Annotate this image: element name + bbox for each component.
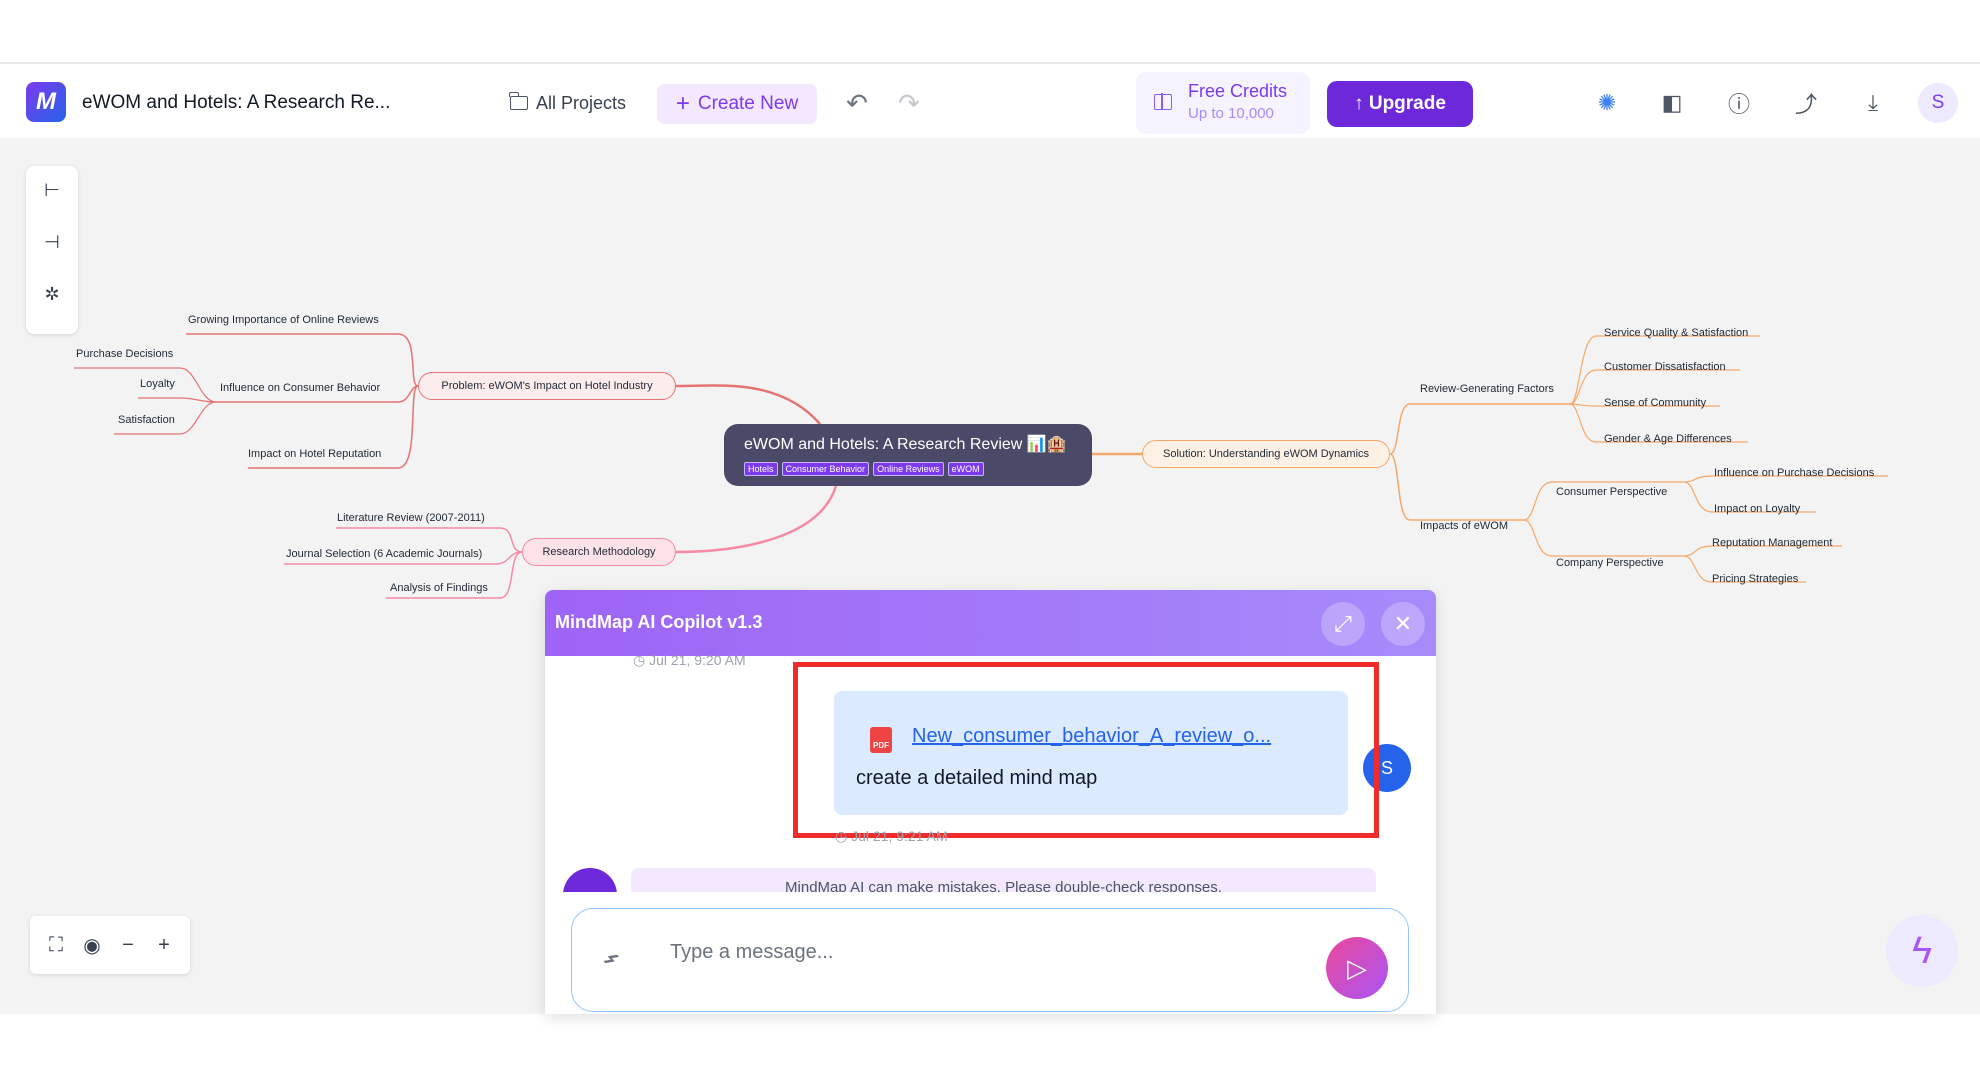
node-analysis-findings[interactable]: Analysis of Findings xyxy=(390,582,488,594)
node-solution[interactable]: Solution: Understanding eWOM Dynamics xyxy=(1142,440,1390,468)
all-projects-link[interactable]: All Projects xyxy=(509,88,627,118)
timestamp: ◷ Jul 21, 9:20 AM xyxy=(633,652,746,669)
free-credits-button[interactable]: Free Credits Up to 10,000 xyxy=(1136,72,1310,134)
undo-icon[interactable]: ↶ xyxy=(840,86,874,120)
node-impacts-ewom[interactable]: Impacts of eWOM xyxy=(1420,520,1508,532)
credits-title: Free Credits xyxy=(1188,81,1288,101)
upgrade-button[interactable]: ↑ Upgrade xyxy=(1327,81,1473,127)
credits-subtitle: Up to 10,000 xyxy=(1188,105,1274,122)
node-purchase-decisions[interactable]: Purchase Decisions xyxy=(76,348,174,360)
node-company-perspective[interactable]: Company Perspective xyxy=(1556,557,1664,569)
redo-icon[interactable]: ↷ xyxy=(892,86,926,120)
node-review-factors[interactable]: Review-Generating Factors xyxy=(1420,383,1554,395)
document-title[interactable]: eWOM and Hotels: A Research Re... xyxy=(82,92,390,114)
central-node-title: eWOM and Hotels: A Research Review 📊🏨 xyxy=(744,436,1067,453)
message-input[interactable] xyxy=(670,937,1230,967)
help-icon[interactable]: ⓘ xyxy=(1724,88,1754,118)
central-node[interactable]: eWOM and Hotels: A Research Review 📊🏨 Ho… xyxy=(724,424,1092,486)
zoom-in-icon[interactable]: + xyxy=(150,931,178,959)
node-consumer-perspective[interactable]: Consumer Perspective xyxy=(1556,486,1667,498)
copilot-header: MindMap AI Copilot v1.3 ⤢ ✕ xyxy=(545,590,1436,656)
folder-icon xyxy=(509,92,528,110)
node-hotel-reputation[interactable]: Impact on Hotel Reputation xyxy=(248,448,381,460)
node-growing-importance[interactable]: Growing Importance of Online Reviews xyxy=(188,314,379,326)
node-methodology[interactable]: Research Methodology xyxy=(522,538,676,566)
close-icon[interactable]: ✕ xyxy=(1381,602,1425,646)
node-gender-age[interactable]: Gender & Age Differences xyxy=(1604,433,1732,445)
expand-icon[interactable]: ⤢ xyxy=(1321,602,1365,646)
share-icon[interactable]: ⤴ xyxy=(1791,88,1821,118)
message-input-box: ⌁ ▷ xyxy=(571,908,1409,1012)
create-new-label: Create New xyxy=(697,93,799,114)
node-reputation-management[interactable]: Reputation Management xyxy=(1712,537,1832,549)
download-icon[interactable]: ⤓ xyxy=(1858,88,1888,118)
node-dissatisfaction[interactable]: Customer Dissatisfaction xyxy=(1604,361,1726,373)
node-sense-community[interactable]: Sense of Community xyxy=(1604,397,1707,409)
node-influence-purchase[interactable]: Influence on Purchase Decisions xyxy=(1714,467,1875,479)
timestamp-text: Jul 21, 9:21 AM xyxy=(851,828,948,844)
zoom-controls: ⛶ ◉ − + xyxy=(30,916,190,974)
locate-icon[interactable]: ◉ xyxy=(78,931,106,959)
node-pricing-strategies[interactable]: Pricing Strategies xyxy=(1712,573,1799,585)
node-journal-selection[interactable]: Journal Selection (6 Academic Journals) xyxy=(286,548,482,560)
node-literature-review[interactable]: Literature Review (2007-2011) xyxy=(337,512,485,524)
plus-icon: + xyxy=(675,90,690,117)
tag[interactable]: Online Reviews xyxy=(873,462,944,476)
create-new-button[interactable]: + Create New xyxy=(657,84,817,124)
highlight-box xyxy=(793,662,1379,838)
copilot-panel: MindMap AI Copilot v1.3 ⤢ ✕ ◷ Jul 21, 9:… xyxy=(545,590,1436,1014)
node-impact-loyalty[interactable]: Impact on Loyalty xyxy=(1714,503,1801,515)
node-problem[interactable]: Problem: eWOM's Impact on Hotel Industry xyxy=(418,372,676,400)
app-header: M eWOM and Hotels: A Research Re... All … xyxy=(0,66,1980,138)
top-band xyxy=(0,0,1980,64)
timestamp-text: Jul 21, 9:20 AM xyxy=(649,652,746,668)
timestamp: ◷ Jul 21, 9:21 AM xyxy=(835,828,948,845)
zoom-out-icon[interactable]: − xyxy=(114,931,142,959)
gift-icon xyxy=(1154,93,1172,110)
tag[interactable]: Consumer Behavior xyxy=(781,462,870,476)
clock-icon: ◷ xyxy=(835,828,852,844)
node-service-quality[interactable]: Service Quality & Satisfaction xyxy=(1604,327,1748,339)
tag[interactable]: Hotels xyxy=(744,462,778,476)
all-projects-label: All Projects xyxy=(536,92,627,113)
node-loyalty[interactable]: Loyalty xyxy=(140,378,175,390)
central-node-tags: Hotels Consumer Behavior Online Reviews … xyxy=(744,462,984,476)
fit-screen-icon[interactable]: ⛶ xyxy=(42,931,70,959)
user-avatar[interactable]: S xyxy=(1918,83,1958,123)
theme-icon[interactable]: ✺ xyxy=(1592,88,1622,118)
node-satisfaction[interactable]: Satisfaction xyxy=(118,414,175,426)
send-button[interactable]: ▷ xyxy=(1326,937,1388,999)
tag[interactable]: eWOM xyxy=(947,462,984,476)
clock-icon: ◷ xyxy=(633,652,650,668)
app-logo[interactable]: M xyxy=(26,82,66,122)
paperclip-icon[interactable]: ⌁ xyxy=(593,939,629,977)
copilot-title: MindMap AI Copilot v1.3 xyxy=(555,612,763,632)
ai-bolt-button[interactable]: ϟ xyxy=(1886,915,1958,987)
layout-icon[interactable]: ◧ xyxy=(1657,88,1687,118)
node-influence-behavior[interactable]: Influence on Consumer Behavior xyxy=(220,382,381,394)
